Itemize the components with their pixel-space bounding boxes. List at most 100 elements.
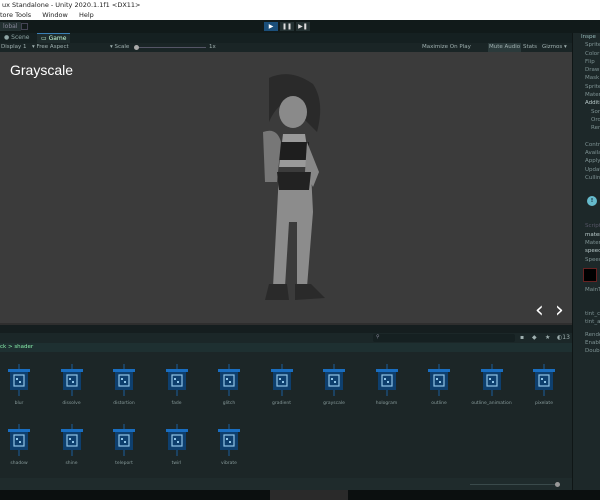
asset-item[interactable]: hologram	[362, 364, 412, 406]
inspector-row[interactable]: Flip	[573, 58, 600, 66]
inspector-row[interactable]: Enable	[573, 339, 600, 347]
asset-item[interactable]: shine	[47, 424, 97, 466]
game-toolbar: Display 1 ▾ Free Aspect ▾ Scale 1x Maxim…	[0, 43, 572, 52]
scale-slider-handle[interactable]	[134, 45, 139, 50]
inspector-tab[interactable]: Inspe	[573, 33, 600, 41]
asset-item[interactable]: pixelate	[519, 364, 569, 406]
play-button[interactable]: ▶	[264, 22, 278, 31]
asset-label: hologram	[375, 401, 398, 406]
shader-icon	[323, 364, 345, 396]
project-toolbar: ⚲ ▪ ◆ ★ ◐13	[0, 333, 572, 343]
asset-label: shine	[65, 461, 78, 466]
asset-item[interactable]: gradient	[257, 364, 307, 406]
inspector-row[interactable]: Additi	[573, 99, 600, 107]
step-button[interactable]: ▶❚	[296, 22, 310, 31]
tab-label: Scene	[11, 34, 30, 41]
shader-icon	[113, 364, 135, 396]
shader-icon	[8, 424, 30, 456]
asset-item[interactable]: vibrate	[204, 424, 254, 466]
filter-type-icon[interactable]: ▪	[520, 334, 524, 341]
inspector-row: mater	[585, 231, 600, 238]
filter-label-icon[interactable]: ◆	[532, 334, 537, 341]
shader-icon	[533, 364, 555, 396]
asset-item[interactable]: twirl	[152, 424, 202, 466]
inspector-row[interactable]: Double	[573, 347, 600, 355]
inspector-row[interactable]: Sprite	[573, 83, 600, 91]
asset-label: vibrate	[221, 461, 237, 466]
asset-item[interactable]: teleport	[99, 424, 149, 466]
asset-item[interactable]: blur	[0, 364, 44, 406]
inspector-row[interactable]: Updat	[573, 166, 600, 174]
shader-icon	[428, 364, 450, 396]
favorite-icon[interactable]: ★	[545, 334, 550, 341]
icon-size-handle[interactable]	[555, 482, 560, 487]
inspector-row[interactable]: Mask	[573, 74, 600, 82]
maximize-on-play-button[interactable]: Maximize On Play	[422, 43, 471, 52]
inspector-row[interactable]: MainT	[573, 286, 600, 294]
gizmos-button[interactable]: Gizmos ▾	[542, 43, 567, 52]
inspector-row[interactable]: Sor	[573, 108, 600, 116]
inspector-row[interactable]: Cullin	[573, 174, 600, 182]
tab-label: Game	[48, 35, 67, 42]
mute-audio-button[interactable]: Mute Audio	[488, 43, 522, 52]
scale-slider[interactable]	[134, 45, 206, 50]
hidden-count[interactable]: ◐13	[557, 334, 570, 341]
asset-item[interactable]: dissolve	[47, 364, 97, 406]
inspector-row[interactable]: Rende	[573, 331, 600, 339]
inspector-row[interactable]: Sprite	[573, 41, 600, 49]
game-view[interactable]: Grayscale ‹ ›	[0, 52, 572, 323]
tab-scene[interactable]: ● Scene	[0, 33, 33, 43]
taskbar	[0, 490, 600, 500]
inspector-row[interactable]: Materi	[573, 239, 600, 247]
inspector-row[interactable]: Draw	[573, 66, 600, 74]
shader-icon	[60, 424, 83, 456]
asset-item[interactable]: outline	[414, 364, 464, 406]
inspector-row[interactable]: Contro	[573, 141, 600, 149]
asset-item[interactable]: shadow	[0, 424, 44, 466]
character-sprite	[263, 74, 325, 300]
asset-label: fade	[171, 401, 182, 406]
inspector-row[interactable]: Ren	[573, 124, 600, 132]
inspector-row[interactable]: tint_co	[573, 310, 600, 318]
inspector-row[interactable]: tint_an	[573, 318, 600, 326]
asset-item[interactable]: grayscale	[309, 364, 359, 406]
search-input[interactable]: ⚲	[373, 334, 515, 342]
aspect-dropdown[interactable]: ▾ Free Aspect	[32, 43, 69, 52]
asset-item[interactable]: fade	[152, 364, 202, 406]
pause-button[interactable]: ❚❚	[280, 22, 294, 31]
texture-thumbnail	[583, 267, 597, 282]
inspector-row	[573, 133, 600, 141]
effect-title: Grayscale	[10, 62, 74, 78]
shader-icon	[375, 364, 398, 396]
menu-store-tools[interactable]: tore Tools	[0, 11, 31, 19]
warning-icon: !	[587, 196, 597, 207]
inspector-row[interactable]: Availa	[573, 149, 600, 157]
breadcrumb[interactable]: ck > shader	[0, 343, 572, 352]
icon-size-slider[interactable]	[470, 482, 560, 487]
display-dropdown[interactable]: Display 1	[1, 43, 27, 52]
inspector-row[interactable]: Ord	[573, 116, 600, 124]
asset-label: dissolve	[62, 401, 81, 406]
project-header	[0, 323, 572, 333]
menu-window[interactable]: Window	[42, 11, 68, 19]
texture-preview[interactable]	[573, 264, 600, 286]
next-effect-button[interactable]: ›	[555, 298, 564, 323]
menu-help[interactable]: Help	[79, 11, 94, 19]
asset-label: distortion	[113, 401, 135, 406]
inspector-row[interactable]: Color	[573, 50, 600, 58]
taskbar-item[interactable]	[270, 490, 348, 500]
tab-game[interactable]: ▭ Game	[37, 33, 71, 43]
previous-effect-button[interactable]: ‹	[535, 298, 544, 323]
inspector-row[interactable]: Apply	[573, 157, 600, 165]
asset-label: shadow	[10, 461, 28, 466]
shader-icon	[113, 424, 135, 456]
grid-icon[interactable]	[21, 23, 28, 30]
inspector-row[interactable]: Speed	[573, 256, 600, 264]
global-toggle[interactable]: lobal	[0, 22, 21, 31]
stats-button[interactable]: Stats	[523, 43, 537, 52]
scale-text: Scale	[114, 44, 130, 50]
asset-item[interactable]: glitch	[204, 364, 254, 406]
asset-item[interactable]: distortion	[99, 364, 149, 406]
asset-item[interactable]: outline_animation	[467, 364, 517, 406]
inspector-row[interactable]: Mater	[573, 91, 600, 99]
